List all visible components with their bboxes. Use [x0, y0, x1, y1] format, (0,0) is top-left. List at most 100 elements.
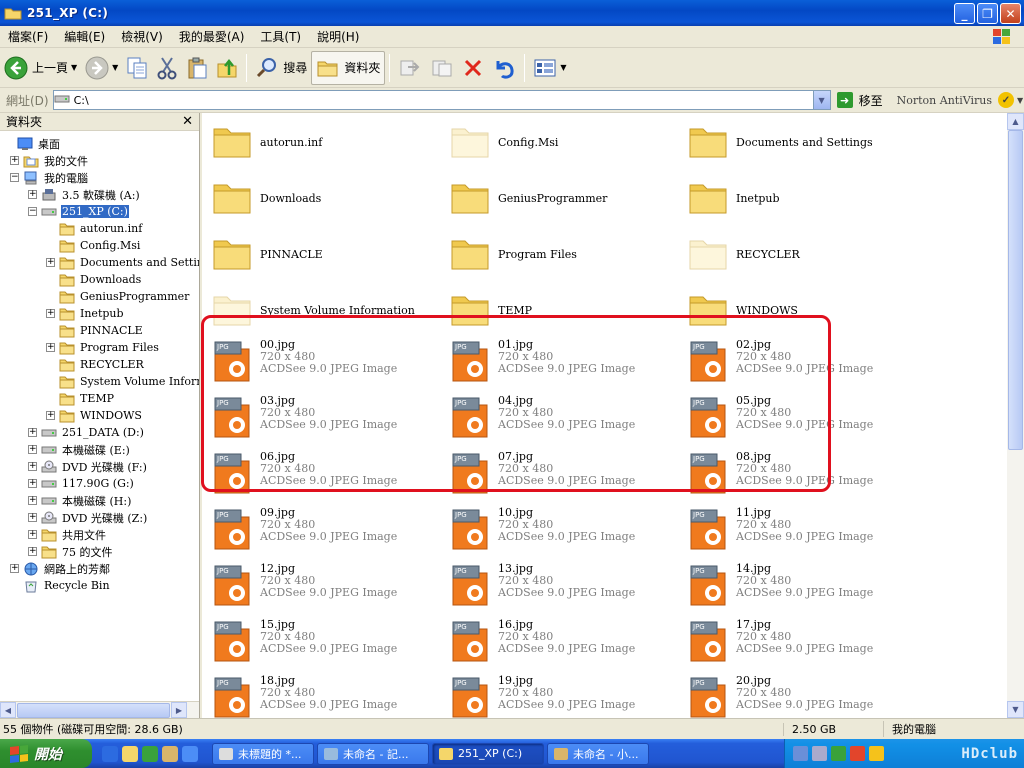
expand-icon[interactable]: +	[46, 411, 55, 420]
jpg-file-item[interactable]: JPG 09.jpg 720 x 480 ACDSee 9.0 JPEG Image	[212, 507, 432, 557]
vertical-scrollbar[interactable]: ▲ ▼	[1007, 113, 1024, 718]
jpg-file-item[interactable]: JPG 08.jpg 720 x 480 ACDSee 9.0 JPEG Image	[688, 451, 908, 501]
jpg-file-item[interactable]: JPG 00.jpg 720 x 480 ACDSee 9.0 JPEG Image	[212, 339, 432, 389]
expand-icon[interactable]: +	[28, 530, 37, 539]
folder-item[interactable]: autorun.inf	[212, 121, 432, 171]
cut-button[interactable]	[152, 51, 182, 85]
expand-icon[interactable]: +	[10, 156, 19, 165]
up-folder-button[interactable]	[212, 51, 242, 85]
tree-item[interactable]: + DVD 光碟機 (F:)	[28, 458, 148, 475]
tree-item[interactable]: autorun.inf	[46, 220, 143, 237]
jpg-file-item[interactable]: JPG 20.jpg 720 x 480 ACDSee 9.0 JPEG Image	[688, 675, 908, 718]
back-button[interactable]: 上一頁 ▼	[0, 51, 81, 85]
menu-edit[interactable]: 編輯(E)	[56, 28, 113, 45]
jpg-file-item[interactable]: JPG 04.jpg 720 x 480 ACDSee 9.0 JPEG Image	[450, 395, 670, 445]
folder-item[interactable]: PINNACLE	[212, 233, 432, 283]
expand-icon[interactable]: +	[28, 496, 37, 505]
task-button[interactable]: 未命名 - 小...	[547, 742, 649, 765]
tree-item[interactable]: GeniusProgrammer	[46, 288, 190, 305]
scroll-down-icon[interactable]: ▼	[1007, 701, 1024, 718]
task-button[interactable]: 未標題的 *...	[212, 742, 314, 765]
chevron-down-icon[interactable]: ▼	[112, 63, 118, 72]
horizontal-scrollbar[interactable]: ◀ ▶	[0, 701, 199, 718]
tree-item[interactable]: + 本機磁碟 (H:)	[28, 492, 132, 509]
expand-icon[interactable]: +	[28, 547, 37, 556]
scroll-left-icon[interactable]: ◀	[0, 702, 16, 718]
chevron-down-icon[interactable]: ▼	[1017, 96, 1023, 105]
collapse-icon[interactable]: −	[10, 173, 19, 182]
folder-item[interactable]: Inetpub	[688, 177, 908, 227]
task-button-active[interactable]: 251_XP (C:)	[432, 742, 544, 765]
tree-item[interactable]: +3.5 軟碟機 (A:)	[28, 186, 141, 203]
jpg-file-item[interactable]: JPG 17.jpg 720 x 480 ACDSee 9.0 JPEG Image	[688, 619, 908, 669]
tree-item[interactable]: + Inetpub	[46, 305, 125, 322]
menu-tools[interactable]: 工具(T)	[252, 28, 309, 45]
menu-favorites[interactable]: 我的最愛(A)	[171, 28, 253, 45]
tree-item[interactable]: Config.Msi	[46, 237, 141, 254]
expand-icon[interactable]: +	[46, 343, 55, 352]
expand-icon[interactable]: +	[28, 479, 37, 488]
tree-item[interactable]: + 共用文件	[28, 526, 107, 543]
tree-item[interactable]: + WINDOWS	[46, 407, 143, 424]
tree-item[interactable]: + Program Files	[46, 339, 160, 356]
copy-button[interactable]	[122, 51, 152, 85]
tree-item[interactable]: Downloads	[46, 271, 142, 288]
jpg-file-item[interactable]: JPG 03.jpg 720 x 480 ACDSee 9.0 JPEG Image	[212, 395, 432, 445]
tree-item[interactable]: +117.90G (G:)	[28, 475, 135, 492]
menu-view[interactable]: 檢視(V)	[113, 28, 171, 45]
forward-button[interactable]: ▼	[81, 51, 122, 85]
folders-button[interactable]: 資料夾	[311, 50, 386, 85]
tray-icon[interactable]	[850, 746, 865, 761]
scroll-up-icon[interactable]: ▲	[1007, 113, 1024, 130]
jpg-file-item[interactable]: JPG 02.jpg 720 x 480 ACDSee 9.0 JPEG Image	[688, 339, 908, 389]
jpg-file-item[interactable]: JPG 01.jpg 720 x 480 ACDSee 9.0 JPEG Image	[450, 339, 670, 389]
tree-item[interactable]: + 我的文件	[10, 152, 89, 169]
minimize-button[interactable]: _	[954, 3, 975, 24]
address-input[interactable]: C:\ ▼	[52, 90, 831, 110]
folder-item[interactable]: GeniusProgrammer	[450, 177, 670, 227]
tree-item[interactable]: PINNACLE	[46, 322, 144, 339]
task-button[interactable]: 未命名 - 記...	[317, 742, 429, 765]
tree-item[interactable]: + 網路上的芳鄰	[10, 560, 111, 577]
scroll-thumb[interactable]	[1008, 130, 1023, 450]
jpg-file-item[interactable]: JPG 13.jpg 720 x 480 ACDSee 9.0 JPEG Image	[450, 563, 670, 613]
expand-icon[interactable]: +	[28, 445, 37, 454]
search-button[interactable]: 搜尋	[251, 51, 311, 85]
tray-icon[interactable]	[831, 746, 846, 761]
start-button[interactable]: 開始	[0, 739, 92, 768]
jpg-file-item[interactable]: JPG 14.jpg 720 x 480 ACDSee 9.0 JPEG Image	[688, 563, 908, 613]
internet-explorer-icon[interactable]	[102, 745, 118, 762]
scroll-thumb[interactable]	[17, 702, 170, 718]
expand-icon[interactable]: +	[46, 309, 55, 318]
tree-item[interactable]: − 我的電腦	[10, 169, 89, 186]
folder-item[interactable]: Documents and Settings	[688, 121, 908, 171]
tree-item[interactable]: + Documents and Settings	[46, 254, 199, 271]
undo-button[interactable]	[488, 51, 520, 85]
chevron-down-icon[interactable]: ▼	[812, 91, 830, 109]
copy-to-button[interactable]	[426, 51, 458, 85]
jpg-file-item[interactable]: JPG 19.jpg 720 x 480 ACDSee 9.0 JPEG Image	[450, 675, 670, 718]
tree-item[interactable]: +251_DATA (D:)	[28, 424, 145, 441]
expand-icon[interactable]: +	[28, 462, 37, 471]
tree-item[interactable]: 桌面	[4, 135, 61, 152]
expand-icon[interactable]: +	[28, 428, 37, 437]
tray-icon[interactable]	[812, 746, 827, 761]
tree-item[interactable]: + DVD 光碟機 (Z:)	[28, 509, 148, 526]
tree-item[interactable]: TEMP	[46, 390, 115, 407]
expand-icon[interactable]: +	[10, 564, 19, 573]
folder-item[interactable]: Downloads	[212, 177, 432, 227]
tree-item[interactable]: − 251_XP (C:)	[28, 203, 129, 220]
restore-button[interactable]: ❐	[977, 3, 998, 24]
folder-item[interactable]: RECYCLER	[688, 233, 908, 283]
paste-button[interactable]	[182, 51, 212, 85]
folder-item[interactable]: Program Files	[450, 233, 670, 283]
expand-icon[interactable]: +	[28, 513, 37, 522]
folder-icon[interactable]	[122, 745, 138, 762]
menu-help[interactable]: 說明(H)	[309, 28, 367, 45]
scroll-right-icon[interactable]: ▶	[171, 702, 187, 718]
menu-file[interactable]: 檔案(F)	[0, 28, 56, 45]
tree-item[interactable]: +75 的文件	[28, 543, 114, 560]
views-button[interactable]: ▼	[529, 51, 570, 85]
folder-item[interactable]: WINDOWS	[688, 289, 908, 339]
folder-item[interactable]: TEMP	[450, 289, 670, 339]
